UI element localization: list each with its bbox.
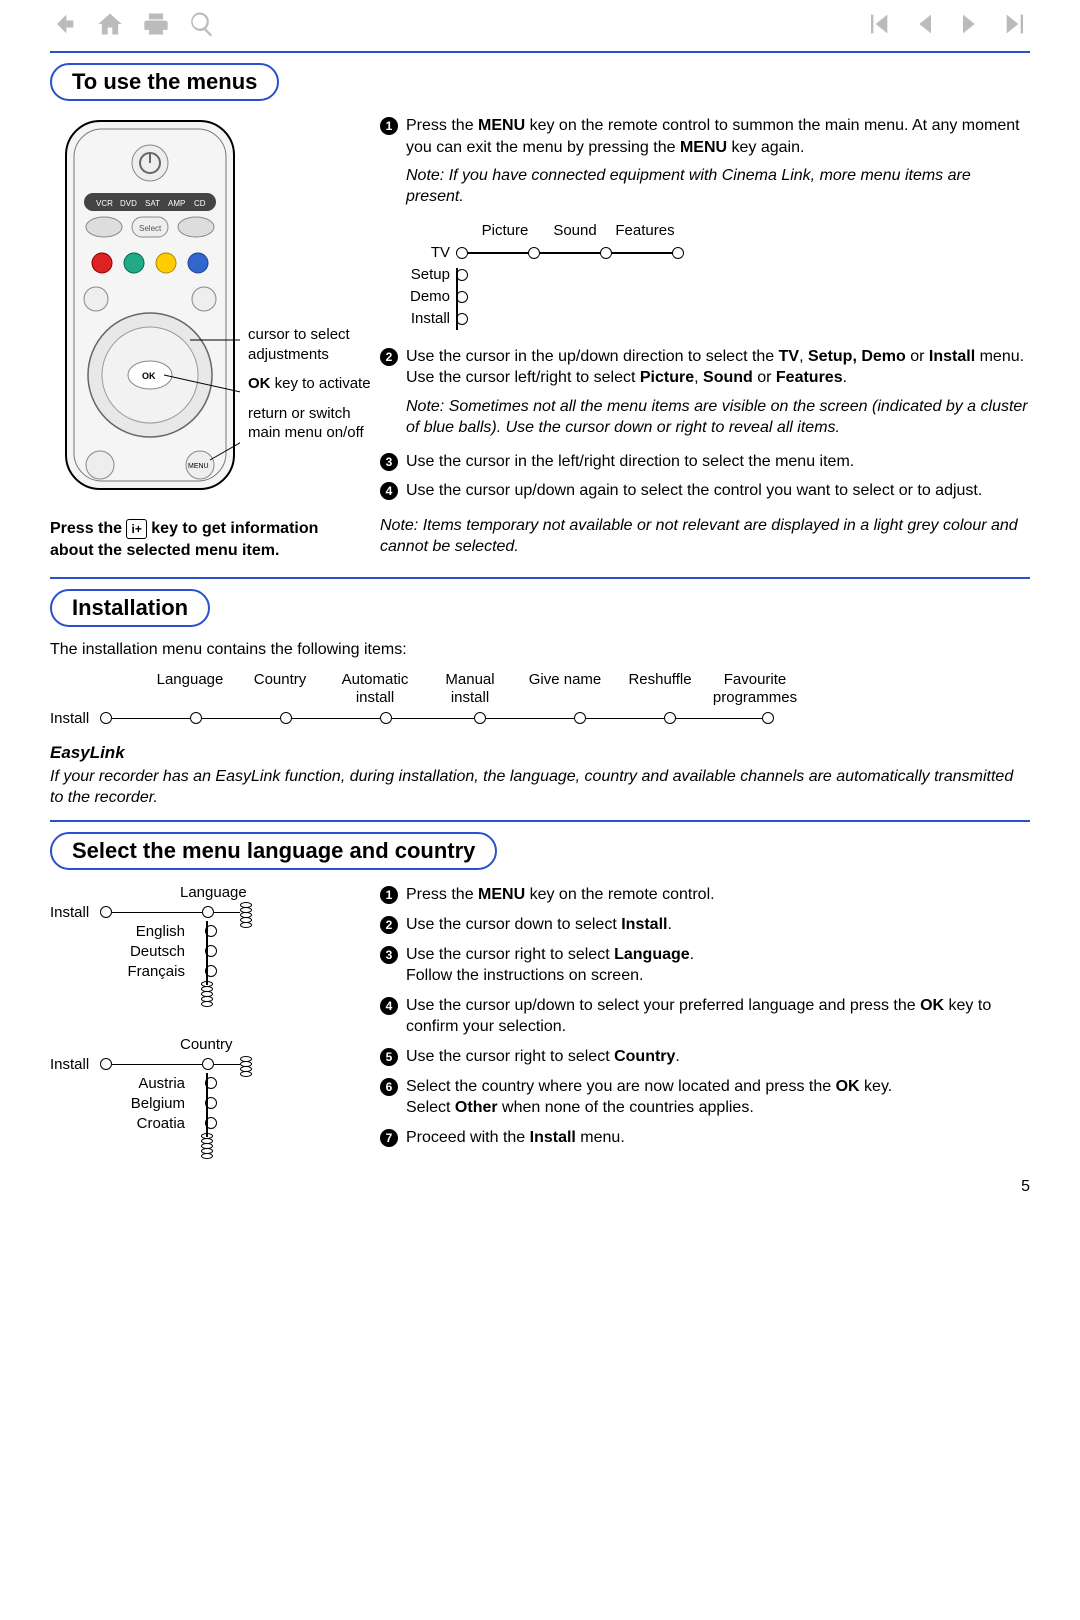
s3-step-5: 5Use the cursor right to select Country.: [380, 1046, 1030, 1068]
step-1: 1 Press the MENU key on the remote contr…: [380, 115, 1030, 158]
remote-illustration: VCR DVD SAT AMP CD Select: [60, 115, 290, 500]
last-page-icon[interactable]: [1002, 10, 1030, 43]
home-icon[interactable]: [96, 10, 124, 43]
step-2: 2 Use the cursor in the up/down directio…: [380, 346, 1030, 389]
svg-text:SAT: SAT: [145, 199, 160, 208]
easylink-heading: EasyLink: [50, 743, 1030, 763]
search-icon[interactable]: [188, 10, 216, 43]
step-4: 4 Use the cursor up/down again to select…: [380, 480, 1030, 502]
s3-step-4: 4Use the cursor up/down to select your p…: [380, 995, 1030, 1038]
s3-step-2: 2Use the cursor down to select Install.: [380, 914, 1030, 936]
install-menu-diagram: Language Country Automaticinstall Manual…: [50, 671, 1030, 727]
svg-text:VCR: VCR: [96, 199, 113, 208]
s3-step-6: 6Select the country where you are now lo…: [380, 1076, 1030, 1119]
s3-step-1: 1Press the MENU key on the remote contro…: [380, 884, 1030, 906]
easylink-text: If your recorder has an EasyLink functio…: [50, 767, 1030, 809]
note-grey-items: Note: Items temporary not available or n…: [380, 516, 1030, 558]
svg-text:MENU: MENU: [188, 463, 209, 470]
info-key-note: Press the i+ key to get information abou…: [50, 518, 350, 561]
country-diagram: Country Install Austria Belgium Croatia: [50, 1036, 350, 1158]
prev-page-icon[interactable]: [910, 10, 938, 43]
callout-menu: return or switchmain menu on/off: [248, 404, 378, 443]
svg-text:CD: CD: [194, 199, 206, 208]
section-title-lang-country: Select the menu language and country: [50, 832, 497, 870]
svg-text:Select: Select: [139, 224, 162, 233]
language-diagram: Language Install English Deutsch Françai…: [50, 884, 350, 1006]
section-title-menus: To use the menus: [50, 63, 279, 101]
section-title-installation: Installation: [50, 589, 210, 627]
tv-menu-diagram: Picture Sound Features TV Setup Demo Ins…: [390, 220, 1030, 330]
callout-cursor: cursor to selectadjustments: [248, 325, 378, 364]
note-cinema-link: Note: If you have connected equipment wi…: [406, 166, 1030, 208]
s3-step-7: 7Proceed with the Install menu.: [380, 1127, 1030, 1149]
page-number: 5: [50, 1178, 1030, 1196]
svg-text:DVD: DVD: [120, 199, 137, 208]
next-page-icon[interactable]: [956, 10, 984, 43]
first-page-icon[interactable]: [864, 10, 892, 43]
svg-text:OK: OK: [142, 371, 156, 381]
step-3: 3 Use the cursor in the left/right direc…: [380, 451, 1030, 473]
back-icon[interactable]: [50, 10, 78, 43]
installation-intro: The installation menu contains the follo…: [50, 641, 1030, 659]
callout-ok: OK key to activate: [248, 374, 378, 394]
print-icon[interactable]: [142, 10, 170, 43]
svg-text:AMP: AMP: [168, 199, 185, 208]
info-key-icon: i+: [126, 519, 146, 539]
s3-step-3: 3Use the cursor right to select Language…: [380, 944, 1030, 987]
note-blue-balls: Note: Sometimes not all the menu items a…: [406, 397, 1030, 439]
toolbar: [50, 10, 1030, 49]
